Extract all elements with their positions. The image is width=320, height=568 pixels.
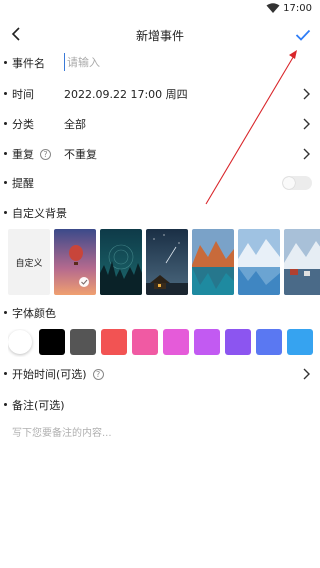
snowy-village-image <box>284 229 320 295</box>
background-row: 自定义背景 <box>0 198 320 228</box>
color-swatch-sky-blue[interactable] <box>287 329 313 355</box>
nav-bar: 新增事件 <box>0 18 320 52</box>
chevron-right-icon <box>303 88 310 100</box>
start-time-label: 开始时间(可选)? <box>12 366 104 382</box>
bullet-dot <box>4 403 7 406</box>
bullet-dot <box>4 61 7 64</box>
bullet-dot <box>4 92 7 95</box>
status-time: 17:00 <box>283 3 312 14</box>
background-options: 自定义 <box>8 229 320 295</box>
color-swatch-black[interactable] <box>39 329 65 355</box>
chevron-right-icon <box>303 368 310 380</box>
night-cabin-image <box>146 229 188 295</box>
bullet-dot <box>4 122 7 125</box>
background-thumb-mountain-lake[interactable] <box>192 229 234 295</box>
repeat-row[interactable]: 重复? 不重复 <box>0 139 320 169</box>
hot-air-balloon-image <box>54 229 96 295</box>
color-swatch-blue[interactable] <box>256 329 282 355</box>
color-swatch-red[interactable] <box>101 329 127 355</box>
font-color-row: 字体颜色 <box>0 298 320 328</box>
bullet-dot <box>4 152 7 155</box>
category-label: 分类 <box>12 118 34 131</box>
category-value: 全部 <box>64 118 86 131</box>
reminder-toggle[interactable] <box>282 176 312 190</box>
help-icon[interactable]: ? <box>40 149 51 160</box>
background-thumb-starry-forest[interactable] <box>100 229 142 295</box>
repeat-value: 不重复 <box>64 148 97 161</box>
background-thumb-glacier-lake[interactable] <box>238 229 280 295</box>
starry-forest-image <box>100 229 142 295</box>
custom-background-button[interactable]: 自定义 <box>8 229 50 295</box>
glacier-lake-image <box>238 229 280 295</box>
time-row[interactable]: 时间 2022.09.22 17:00 周四 <box>0 79 320 109</box>
bullet-dot <box>4 372 7 375</box>
reminder-row: 提醒 <box>0 168 320 198</box>
start-time-label-text: 开始时间(可选) <box>12 368 87 381</box>
background-thumb-night-cabin[interactable] <box>146 229 188 295</box>
status-bar: 17:00 <box>0 0 320 18</box>
color-swatch-purple[interactable] <box>225 329 251 355</box>
color-swatch-pink[interactable] <box>132 329 158 355</box>
bullet-dot <box>4 311 7 314</box>
chevron-right-icon <box>303 148 310 160</box>
page-title: 新增事件 <box>135 29 184 43</box>
mountain-lake-image <box>192 229 234 295</box>
help-icon[interactable]: ? <box>92 369 104 380</box>
category-row[interactable]: 分类 全部 <box>0 109 320 139</box>
repeat-label-text: 重复 <box>12 148 34 161</box>
notes-input[interactable]: 写下您要备注的内容... <box>12 424 112 439</box>
color-swatch-violet[interactable] <box>194 329 220 355</box>
checkmark-icon <box>295 29 311 41</box>
color-swatch-gray[interactable] <box>70 329 96 355</box>
notes-row: 备注(可选) <box>0 390 320 420</box>
bullet-dot <box>4 181 7 184</box>
time-value: 2022.09.22 17:00 周四 <box>64 88 188 101</box>
repeat-label: 重复? <box>12 146 51 162</box>
color-swatches <box>8 329 320 357</box>
time-label: 时间 <box>12 88 34 101</box>
notes-label: 备注(可选) <box>12 399 65 412</box>
event-name-label: 事件名 <box>12 57 45 70</box>
event-name-row: 事件名 <box>0 48 320 78</box>
toggle-knob <box>283 177 295 189</box>
color-swatch-white[interactable] <box>8 330 32 354</box>
event-name-input[interactable] <box>64 53 244 71</box>
reminder-label: 提醒 <box>12 177 34 190</box>
font-color-label: 字体颜色 <box>12 307 56 320</box>
background-thumb-snowy-village[interactable] <box>284 229 320 295</box>
confirm-button[interactable] <box>292 24 314 46</box>
background-thumb-balloon[interactable] <box>54 229 96 295</box>
bullet-dot <box>4 211 7 214</box>
background-label: 自定义背景 <box>12 207 67 220</box>
color-swatch-magenta[interactable] <box>163 329 189 355</box>
wifi-icon <box>266 3 280 13</box>
start-time-row[interactable]: 开始时间(可选)? <box>0 359 320 389</box>
chevron-right-icon <box>303 118 310 130</box>
